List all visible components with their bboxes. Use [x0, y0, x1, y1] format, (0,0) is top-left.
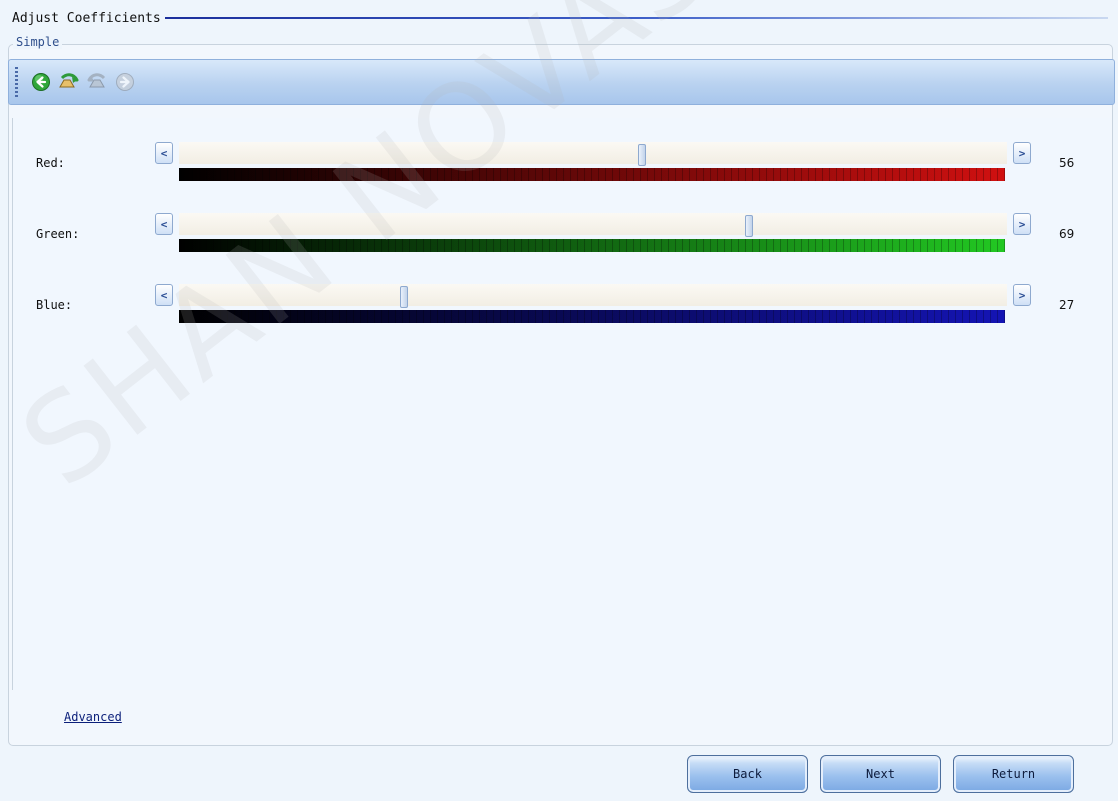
undo-icon[interactable] — [58, 71, 80, 93]
green-increase-button[interactable]: > — [1013, 213, 1031, 235]
next-button[interactable]: Next — [820, 755, 941, 793]
dialog-title: Adjust Coefficients — [12, 10, 161, 26]
red-scroll-track[interactable] — [179, 142, 1007, 166]
red-decrease-button[interactable]: < — [155, 142, 173, 164]
green-label: Green: — [36, 227, 80, 241]
red-gradient-bar — [179, 168, 1005, 181]
blue-label: Blue: — [36, 298, 73, 312]
dialog-title-row: Adjust Coefficients — [12, 10, 1108, 26]
blue-slider-row: Blue: < > 27 — [13, 284, 1111, 328]
blue-scroll-thumb[interactable] — [400, 286, 408, 308]
redo-icon[interactable] — [86, 71, 108, 93]
back-button[interactable]: Back — [687, 755, 808, 793]
toolbar-grip[interactable] — [15, 67, 18, 97]
green-scrollbar[interactable]: < > — [155, 213, 1031, 237]
blue-scroll-track[interactable] — [179, 284, 1007, 308]
green-gradient-bar — [179, 239, 1005, 252]
green-decrease-button[interactable]: < — [155, 213, 173, 235]
red-scroll-thumb[interactable] — [638, 144, 646, 166]
green-value: 69 — [1059, 227, 1075, 241]
blue-decrease-button[interactable]: < — [155, 284, 173, 306]
toolbar — [8, 59, 1115, 105]
back-arrow-icon[interactable] — [30, 71, 52, 93]
forward-arrow-icon[interactable] — [114, 71, 136, 93]
red-scrollbar[interactable]: < > — [155, 142, 1031, 166]
red-value: 56 — [1059, 156, 1075, 170]
blue-scrollbar[interactable]: < > — [155, 284, 1031, 308]
coefficients-panel: Red: < > 56 Green: < > 69 Blue: < > 27 — [12, 118, 1111, 690]
red-label: Red: — [36, 156, 65, 170]
groupbox-label: Simple — [13, 35, 63, 49]
red-slider-row: Red: < > 56 — [13, 142, 1111, 186]
blue-increase-button[interactable]: > — [1013, 284, 1031, 306]
green-slider-row: Green: < > 69 — [13, 213, 1111, 257]
green-scroll-track[interactable] — [179, 213, 1007, 237]
title-divider — [164, 17, 1108, 19]
blue-value: 27 — [1059, 298, 1075, 312]
advanced-link[interactable]: Advanced — [64, 710, 122, 724]
red-increase-button[interactable]: > — [1013, 142, 1031, 164]
blue-gradient-bar — [179, 310, 1005, 323]
return-button[interactable]: Return — [953, 755, 1074, 793]
green-scroll-thumb[interactable] — [745, 215, 753, 237]
